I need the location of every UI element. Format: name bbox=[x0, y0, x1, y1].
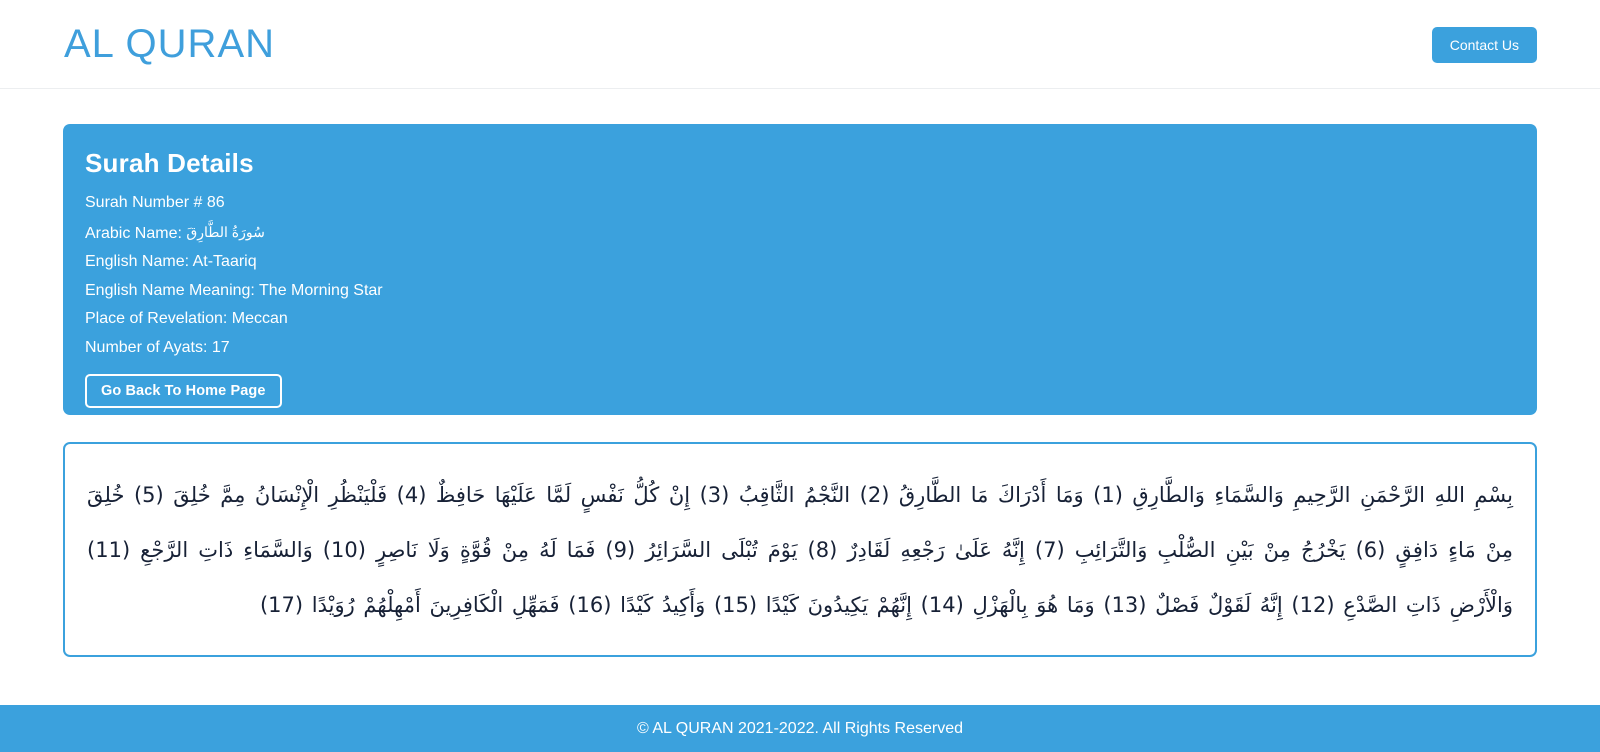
footer: © AL QURAN 2021-2022. All Rights Reserve… bbox=[0, 705, 1600, 752]
page-title: Surah Details bbox=[85, 148, 254, 178]
footer-copyright: © AL QURAN 2021-2022. All Rights Reserve… bbox=[636, 719, 964, 737]
arabic-name-label: Arabic Name: bbox=[85, 224, 182, 242]
number-of-ayats-line: Number of Ayats: 17 bbox=[85, 338, 230, 356]
page-root: AL QURAN Contact Us Surah Details Surah … bbox=[0, 0, 1600, 752]
brand-logo[interactable]: AL QURAN bbox=[64, 18, 275, 70]
english-meaning-line: English Name Meaning: The Morning Star bbox=[85, 281, 383, 299]
navbar: AL QURAN Contact Us bbox=[0, 0, 1600, 89]
ayat-arabic-text: بِسْمِ اللهِ الرَّحْمَنِ الرَّحِيمِ وَال… bbox=[87, 483, 1513, 617]
ayat-card: بِسْمِ اللهِ الرَّحْمَنِ الرَّحِيمِ وَال… bbox=[63, 442, 1537, 657]
go-back-home-button[interactable]: Go Back To Home Page bbox=[85, 374, 282, 408]
english-name-line: English Name: At-Taariq bbox=[85, 253, 257, 270]
contact-us-button[interactable]: Contact Us bbox=[1431, 27, 1537, 63]
surah-details-panel: Surah Details Surah Number # 86 Arabic N… bbox=[63, 124, 1537, 415]
arabic-name-value: سُورَةُ الطَّارِقَ bbox=[186, 223, 265, 240]
surah-number-line: Surah Number # 86 bbox=[85, 194, 225, 211]
place-of-revelation-line: Place of Revelation: Meccan bbox=[85, 310, 288, 327]
arabic-name-line: Arabic Name: سُورَةُ الطَّارِقَ bbox=[85, 218, 1537, 249]
